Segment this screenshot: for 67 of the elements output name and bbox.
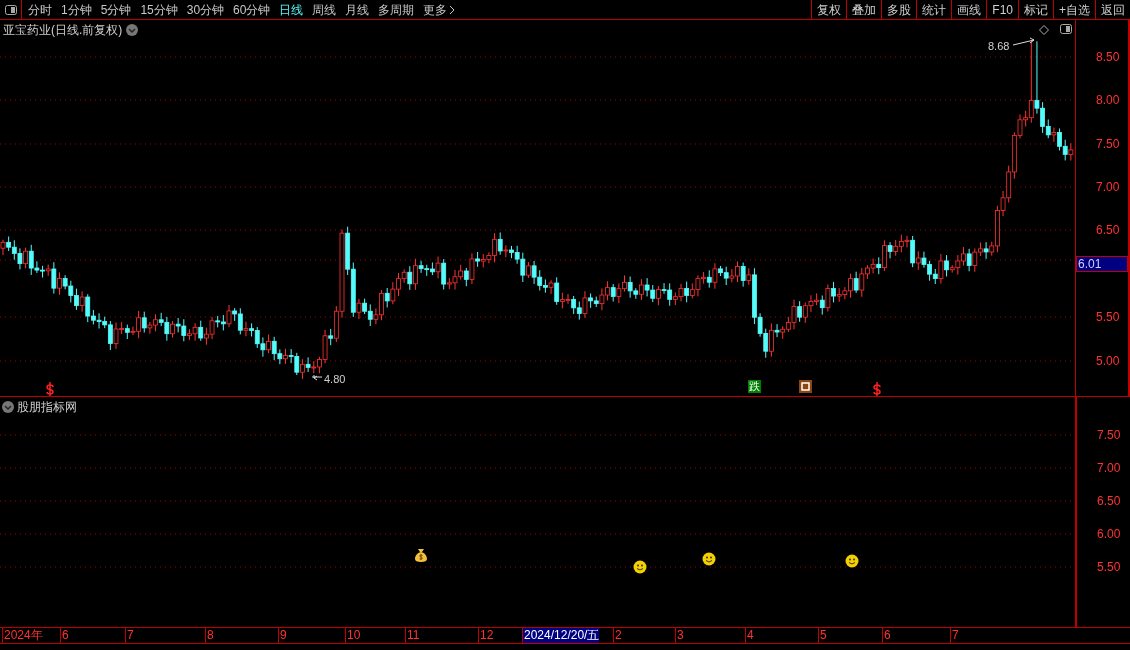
- period-tab[interactable]: 30分钟: [186, 0, 225, 19]
- period-tab[interactable]: 日线: [279, 0, 304, 19]
- smiley-icon: [633, 560, 647, 574]
- axis-label: 6.50: [1097, 494, 1121, 508]
- toolbar-button[interactable]: F10: [986, 0, 1018, 19]
- date-label: 12: [478, 628, 494, 643]
- axis-label: 6.50: [1096, 223, 1120, 237]
- toolbar-button[interactable]: 标记: [1018, 0, 1053, 19]
- period-tab[interactable]: 月线: [345, 0, 370, 19]
- period-tab[interactable]: 1分钟: [61, 0, 92, 19]
- diamond-icon[interactable]: [1039, 25, 1049, 35]
- date-label: 7: [950, 628, 959, 643]
- period-tab[interactable]: 多周期: [378, 0, 415, 19]
- signal-label: 跌: [748, 380, 761, 393]
- period-tab[interactable]: 60分钟: [233, 0, 271, 19]
- date-label: 8: [205, 628, 214, 643]
- period-tab[interactable]: 分时: [28, 0, 52, 19]
- period-tab[interactable]: 5分钟: [100, 0, 132, 19]
- axis-label: 5.50: [1097, 560, 1121, 574]
- toolbar-button[interactable]: 复权: [811, 0, 847, 19]
- period-tab[interactable]: 15分钟: [140, 0, 178, 19]
- axis-label: 7.50: [1097, 428, 1121, 442]
- date-label: 9: [278, 628, 287, 643]
- smiley-icon: [845, 554, 859, 568]
- date-label: 11: [405, 628, 420, 643]
- date-label: 2: [613, 628, 622, 643]
- low-price-label: 4.80: [324, 372, 346, 387]
- dollar-icon: [46, 382, 54, 396]
- date-label: 2024年: [2, 628, 43, 643]
- period-tab[interactable]: 更多: [423, 0, 456, 19]
- arrow-line: [1012, 37, 1035, 46]
- date-label: 7: [125, 628, 134, 643]
- axis-label: 8.00: [1096, 93, 1120, 107]
- toolbar-button[interactable]: 多股: [881, 0, 917, 19]
- toolbar-button[interactable]: 画线: [951, 0, 987, 19]
- date-label: 6: [60, 628, 69, 643]
- high-price-label: 8.68: [988, 39, 1010, 54]
- chevron-down-icon[interactable]: [2, 401, 14, 413]
- indicator-title: 股朋指标网: [17, 399, 77, 416]
- toolbar-button[interactable]: 统计: [916, 0, 952, 19]
- axis-label: 6.00: [1097, 527, 1121, 541]
- date-label: 2024/12/20/五: [522, 628, 600, 643]
- current-price-label: 6.01: [1076, 256, 1128, 272]
- axis-label: 8.50: [1096, 50, 1120, 64]
- axis-label: 7.00: [1097, 461, 1121, 475]
- axis-label: 5.00: [1096, 354, 1120, 368]
- toolbar-button[interactable]: 返回: [1095, 0, 1130, 19]
- chevron-right-icon: [449, 4, 456, 15]
- dollar-icon: [873, 382, 881, 396]
- date-label: 5: [818, 628, 827, 643]
- toolbar-button[interactable]: 叠加: [846, 0, 882, 19]
- smiley-icon: [702, 552, 716, 566]
- square-icon: [799, 380, 813, 394]
- chart-title: 亚宝药业(日线.前复权): [3, 22, 123, 39]
- chevron-down-icon[interactable]: [126, 24, 139, 36]
- money-bag-icon: [414, 548, 428, 563]
- date-label: 4: [745, 628, 754, 643]
- panel-toggle-icon[interactable]: [1060, 24, 1072, 34]
- period-tab[interactable]: 周线: [312, 0, 337, 19]
- axis-label: 7.50: [1096, 137, 1120, 151]
- date-label: 6: [882, 628, 891, 643]
- toolbar-button[interactable]: +自选: [1053, 0, 1095, 19]
- date-label: 3: [675, 628, 684, 643]
- arrow-line: [311, 374, 323, 381]
- date-label: 10: [345, 628, 361, 643]
- axis-label: 7.00: [1096, 180, 1120, 194]
- axis-label: 5.50: [1096, 310, 1120, 324]
